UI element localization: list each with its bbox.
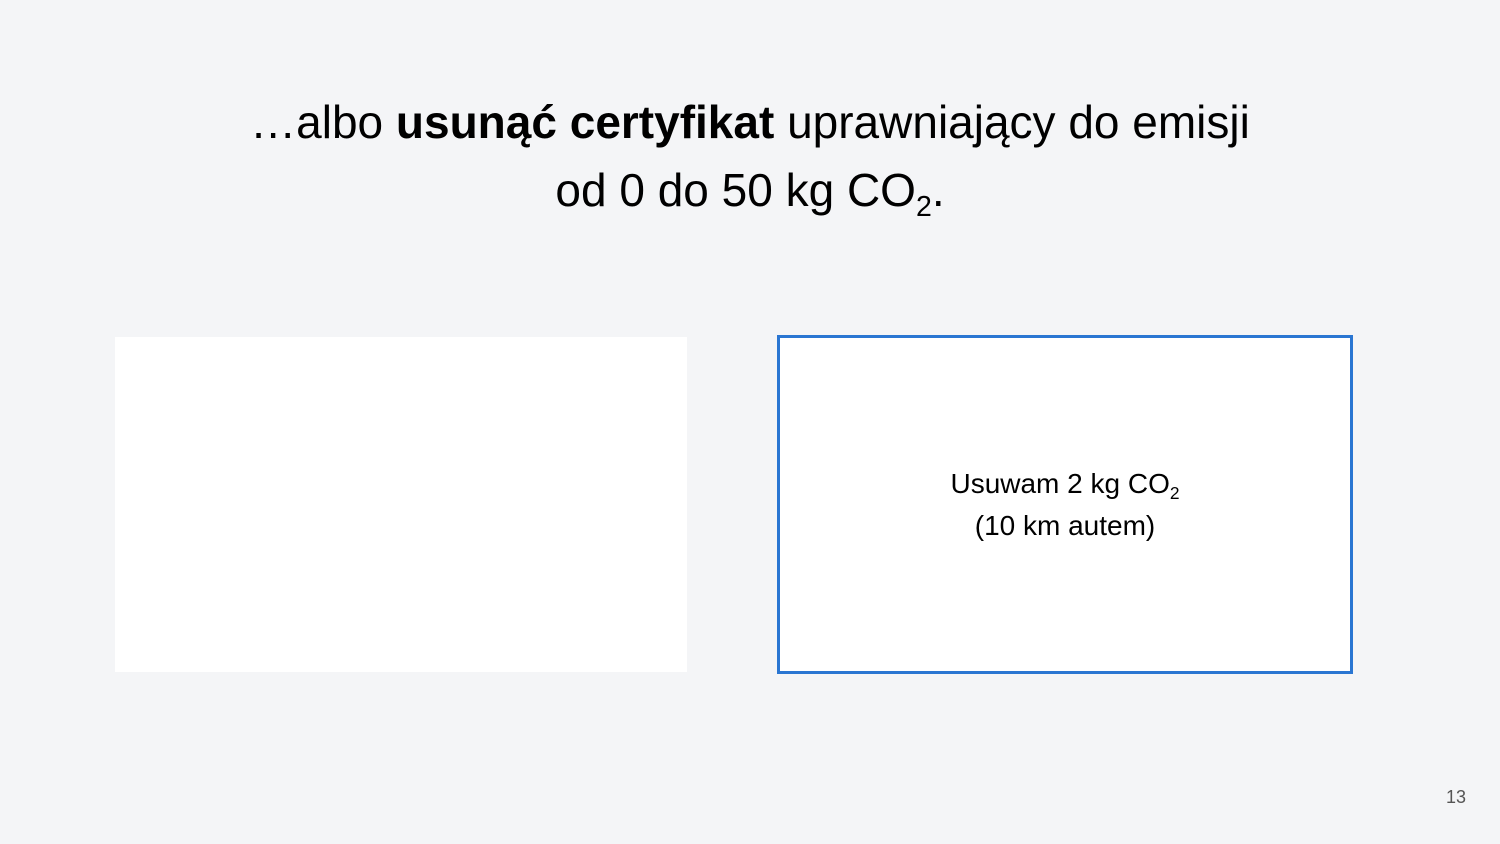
page-number: 13 [1445, 787, 1466, 807]
title-period: . [931, 164, 945, 216]
removal-equivalent: (10 km autem) [974, 509, 1156, 541]
slide-title: …albo usunąć certyfikat uprawniający do … [0, 88, 1500, 224]
title-subscript: 2 [915, 190, 932, 223]
removal-option-box: Usuwam 2 kg CO2 (10 km autem) [777, 335, 1353, 674]
title-line2-text: od 0 do 50 kg CO [555, 164, 916, 216]
title-bold-phrase: usunąć certyfikat [395, 96, 775, 148]
title-line-2: od 0 do 50 kg CO2. [0, 156, 1500, 224]
title-suffix: uprawniający do emisji [774, 96, 1250, 148]
removal-amount-text: Usuwam 2 kg CO [950, 467, 1170, 499]
removal-subscript: 2 [1169, 482, 1180, 503]
removal-option-text: Usuwam 2 kg CO2 (10 km autem) [950, 463, 1179, 547]
title-line-1: …albo usunąć certyfikat uprawniający do … [0, 88, 1500, 156]
title-prefix: …albo [250, 96, 396, 148]
removal-amount: Usuwam 2 kg CO2 [950, 463, 1179, 505]
left-image-placeholder [115, 337, 687, 672]
